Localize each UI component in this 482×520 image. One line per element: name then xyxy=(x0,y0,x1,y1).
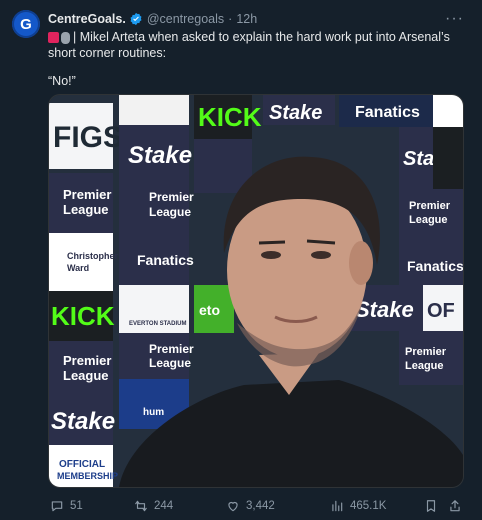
svg-text:Fanatics: Fanatics xyxy=(407,258,463,274)
tweet-text: | Mikel Arteta when asked to explain the… xyxy=(48,29,468,61)
like-button[interactable]: 3,442 xyxy=(226,499,275,513)
timestamp[interactable]: 12h xyxy=(236,12,257,26)
avatar-letter: G xyxy=(20,15,32,33)
svg-text:League: League xyxy=(149,205,191,219)
svg-text:OF: OF xyxy=(427,300,455,322)
svg-text:Premier: Premier xyxy=(149,342,194,356)
svg-text:League: League xyxy=(63,368,109,383)
svg-text:Premier: Premier xyxy=(409,200,451,212)
svg-text:Premier: Premier xyxy=(63,353,111,368)
svg-text:Fanatics: Fanatics xyxy=(137,252,194,268)
tweet-card[interactable]: G CentreGoals. @centregoals · 12h ··· | … xyxy=(0,0,482,520)
svg-text:KICK: KICK xyxy=(51,301,115,331)
bookmark-icon xyxy=(426,500,436,512)
fanatics-logo: Fanatics xyxy=(355,104,420,121)
kick-logo: KICK xyxy=(198,102,262,132)
share-icon xyxy=(450,500,460,512)
retweet-button[interactable]: 244 xyxy=(134,499,173,513)
svg-text:Ward: Ward xyxy=(67,263,89,273)
siren-icon xyxy=(48,31,59,43)
svg-text:Premier: Premier xyxy=(63,187,111,202)
reply-count: 51 xyxy=(70,500,83,512)
display-name[interactable]: CentreGoals. xyxy=(48,12,126,26)
tweet-media[interactable]: FIGS Stake KICK Stake Fanatics Premier L… xyxy=(48,94,464,488)
bookmark-button[interactable] xyxy=(424,499,438,513)
view-count: 465.1K xyxy=(350,500,387,512)
like-count: 3,442 xyxy=(246,500,275,512)
action-bar: 51 244 3,442 465.1K xyxy=(48,497,462,515)
share-button[interactable] xyxy=(448,499,462,513)
etoro-logo: eto xyxy=(199,302,220,318)
hummel-logo: hum xyxy=(143,407,164,418)
views-bar-chart-icon xyxy=(332,500,343,512)
svg-text:League: League xyxy=(409,214,448,226)
reply-button[interactable]: 51 xyxy=(50,499,83,513)
tweet-quote: “No!” xyxy=(48,74,76,88)
verified-badge-icon xyxy=(130,12,142,26)
svg-text:League: League xyxy=(149,356,191,370)
tweet-body: | Mikel Arteta when asked to explain the… xyxy=(48,30,450,60)
microphone-icon xyxy=(61,31,70,44)
more-options-icon[interactable]: ··· xyxy=(445,10,464,28)
svg-text:Premier: Premier xyxy=(149,190,194,204)
svg-text:League: League xyxy=(405,360,444,372)
views-button[interactable]: 465.1K xyxy=(330,499,386,513)
svg-text:Christopher: Christopher xyxy=(67,251,119,261)
svg-text:OFFICIAL: OFFICIAL xyxy=(59,459,105,470)
everton-stadium-logo: EVERTON STADIUM xyxy=(129,321,186,327)
handle[interactable]: @centregoals xyxy=(147,12,224,26)
reply-icon xyxy=(51,501,63,512)
retweet-icon xyxy=(135,500,147,512)
retweet-count: 244 xyxy=(154,500,174,512)
avatar[interactable]: G xyxy=(12,10,40,38)
separator: · xyxy=(228,12,233,26)
figs-logo: FIGS xyxy=(53,121,123,154)
svg-text:Stake: Stake xyxy=(355,297,414,322)
svg-text:MEMBERSHIP: MEMBERSHIP xyxy=(57,471,118,481)
emoji-group xyxy=(48,31,70,44)
tweet-header: CentreGoals. @centregoals · 12h xyxy=(48,12,442,26)
svg-text:Stake: Stake xyxy=(51,408,115,435)
svg-text:Stake: Stake xyxy=(269,102,322,124)
svg-text:League: League xyxy=(63,202,109,217)
svg-text:Premier: Premier xyxy=(405,346,447,358)
interview-photo: FIGS Stake KICK Stake Fanatics Premier L… xyxy=(49,95,463,487)
heart-icon xyxy=(228,501,238,512)
stake-logo: Stake xyxy=(128,142,192,169)
